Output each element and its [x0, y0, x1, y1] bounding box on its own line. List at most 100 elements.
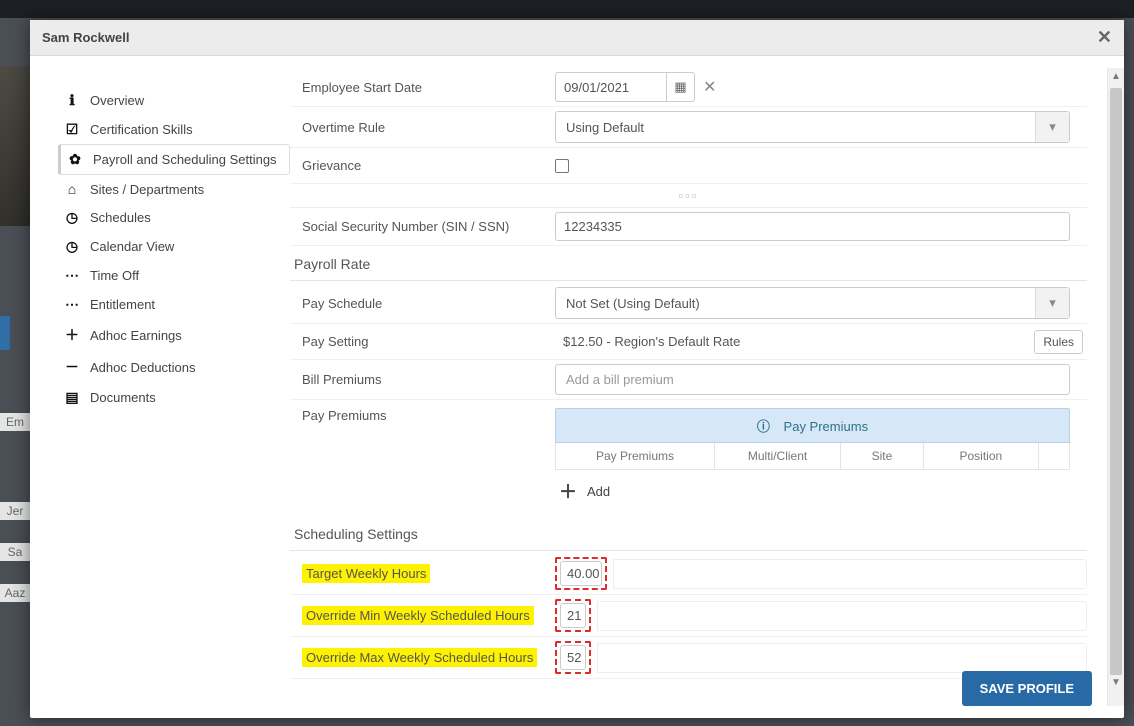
document-icon: ▤: [64, 389, 80, 406]
clear-date-icon[interactable]: ✕: [703, 77, 716, 97]
select-value: Not Set (Using Default): [556, 289, 1035, 318]
date-value: 09/01/2021: [556, 74, 666, 101]
nav-payroll-scheduling[interactable]: ✿ Payroll and Scheduling Settings: [58, 144, 290, 175]
nav-adhoc-earnings[interactable]: ＋ Adhoc Earnings: [64, 319, 290, 351]
sidebar-nav: ℹ Overview ☑ Certification Skills ✿ Payr…: [30, 68, 290, 706]
nav-label: Overview: [90, 93, 144, 108]
employee-start-date-input[interactable]: 09/01/2021 ▦: [555, 72, 695, 102]
content-wrap: Employee Start Date 09/01/2021 ▦ ✕ Overt…: [290, 68, 1124, 706]
max-hours-input[interactable]: 52: [560, 645, 586, 670]
grievance-checkbox[interactable]: [555, 159, 569, 173]
pay-premiums-box: ⓘ Pay Premiums Pay Premiums Multi/Client…: [555, 408, 1070, 512]
nav-overview[interactable]: ℹ Overview: [64, 86, 290, 115]
bg-name2: Sa: [0, 543, 30, 561]
field-rest: [613, 559, 1087, 589]
pay-premiums-columns: Pay Premiums Multi/Client Site Position: [555, 443, 1070, 470]
dots-icon: ⋯: [64, 296, 80, 313]
nav-label: Sites / Departments: [90, 182, 204, 197]
overtime-rule-select[interactable]: Using Default ▾: [555, 111, 1070, 143]
bg-button: [0, 316, 10, 350]
nav-certification[interactable]: ☑ Certification Skills: [64, 115, 290, 144]
nav-sites[interactable]: ⌂ Sites / Departments: [64, 175, 290, 203]
row-target-weekly-hours: Target Weekly Hours 40.00: [290, 553, 1087, 595]
target-hours-input[interactable]: 40.00: [560, 561, 602, 586]
save-profile-button[interactable]: SAVE PROFILE: [962, 671, 1092, 706]
nav-timeoff[interactable]: ⋯ Time Off: [64, 261, 290, 290]
row-pay-premiums: Pay Premiums ⓘ Pay Premiums Pay Premiums…: [290, 400, 1087, 516]
nav-label: Certification Skills: [90, 122, 193, 137]
section-divider-handles: ▫▫▫: [290, 184, 1087, 208]
clock-icon: ◷: [64, 209, 80, 226]
nav-label: Schedules: [90, 210, 151, 225]
plus-icon: ＋: [64, 325, 80, 345]
nav-documents[interactable]: ▤ Documents: [64, 383, 290, 412]
label-emp-start: Employee Start Date: [290, 80, 555, 95]
add-pay-premium-button[interactable]: ＋ Add: [555, 470, 1070, 512]
bill-premium-input[interactable]: Add a bill premium: [555, 364, 1070, 395]
banner-text: Pay Premiums: [784, 419, 869, 434]
plus-icon: ＋: [559, 478, 577, 504]
min-hours-input[interactable]: 21: [560, 603, 586, 628]
nav-adhoc-deductions[interactable]: － Adhoc Deductions: [64, 351, 290, 383]
employee-modal: Sam Rockwell ✕ ℹ Overview ☑ Certificatio…: [30, 20, 1124, 718]
row-employee-start-date: Employee Start Date 09/01/2021 ▦ ✕: [290, 68, 1087, 107]
label-pay-setting: Pay Setting: [290, 334, 555, 349]
info-icon: ℹ: [64, 92, 80, 109]
nav-label: Time Off: [90, 268, 139, 283]
pay-setting-value: $12.50 - Region's Default Rate: [555, 328, 748, 355]
row-bill-premiums: Bill Premiums Add a bill premium: [290, 360, 1087, 400]
col-multi-client: Multi/Client: [715, 443, 841, 469]
calendar-icon[interactable]: ▦: [666, 73, 694, 101]
field-rest: [597, 643, 1087, 673]
label-ssn: Social Security Number (SIN / SSN): [290, 219, 555, 234]
bg-topbar: [0, 0, 1134, 18]
nav-calendar[interactable]: ◷ Calendar View: [64, 232, 290, 261]
chevron-down-icon: ▾: [1035, 112, 1069, 142]
dots-icon: ⋯: [64, 267, 80, 284]
modal-title: Sam Rockwell: [42, 30, 129, 45]
scrollbar[interactable]: ▲ ▼: [1107, 68, 1124, 706]
label-pay-premiums: Pay Premiums: [290, 408, 555, 423]
bg-name1: Jer: [0, 502, 30, 520]
bg-image: [0, 66, 30, 226]
label-overtime: Overtime Rule: [290, 120, 555, 135]
nav-label: Documents: [90, 390, 156, 405]
scroll-up-icon[interactable]: ▲: [1108, 68, 1124, 84]
label-target-hours: Target Weekly Hours: [302, 564, 430, 583]
ssn-input[interactable]: 12234335: [555, 212, 1070, 241]
field-rest: [597, 601, 1087, 631]
info-icon: ⓘ: [757, 419, 770, 434]
modal-body: ℹ Overview ☑ Certification Skills ✿ Payr…: [30, 56, 1124, 718]
row-overtime-rule: Overtime Rule Using Default ▾: [290, 107, 1087, 148]
content-panel: Employee Start Date 09/01/2021 ▦ ✕ Overt…: [290, 68, 1107, 706]
pay-schedule-select[interactable]: Not Set (Using Default) ▾: [555, 287, 1070, 319]
nav-entitlement[interactable]: ⋯ Entitlement: [64, 290, 290, 319]
row-pay-schedule: Pay Schedule Not Set (Using Default) ▾: [290, 283, 1087, 324]
highlight-box: 40.00: [555, 557, 607, 590]
chevron-down-icon: ▾: [1035, 288, 1069, 318]
label-pay-schedule: Pay Schedule: [290, 296, 555, 311]
nav-label: Entitlement: [90, 297, 155, 312]
scroll-thumb[interactable]: [1110, 88, 1122, 675]
heading-scheduling-settings: Scheduling Settings: [290, 516, 1087, 551]
nav-label: Adhoc Deductions: [90, 360, 196, 375]
label-min-hours: Override Min Weekly Scheduled Hours: [302, 606, 534, 625]
scroll-down-icon[interactable]: ▼: [1108, 675, 1124, 691]
row-override-min-hours: Override Min Weekly Scheduled Hours 21: [290, 595, 1087, 637]
nav-label: Calendar View: [90, 239, 174, 254]
close-icon[interactable]: ✕: [1097, 27, 1112, 48]
rules-button[interactable]: Rules: [1034, 330, 1083, 354]
label-max-hours: Override Max Weekly Scheduled Hours: [302, 648, 537, 667]
label-bill-premiums: Bill Premiums: [290, 372, 555, 387]
check-icon: ☑: [64, 121, 80, 138]
highlight-box: 52: [555, 641, 591, 674]
add-label: Add: [587, 484, 610, 499]
select-value: Using Default: [556, 113, 1035, 142]
gear-icon: ✿: [67, 151, 83, 168]
nav-label: Payroll and Scheduling Settings: [93, 152, 277, 167]
bg-name3: Aaz: [0, 584, 30, 602]
nav-schedules[interactable]: ◷ Schedules: [64, 203, 290, 232]
modal-header: Sam Rockwell ✕: [30, 20, 1124, 56]
minus-icon: －: [64, 357, 80, 377]
clock-icon: ◷: [64, 238, 80, 255]
